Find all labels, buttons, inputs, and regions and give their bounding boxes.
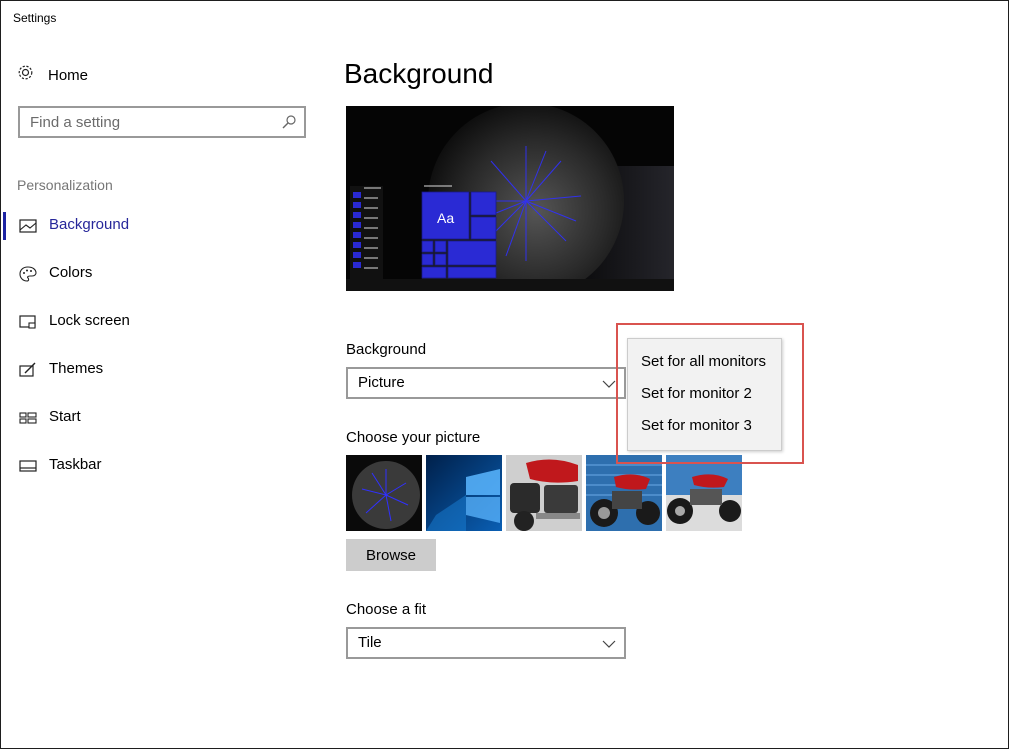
search-icon[interactable] [281, 114, 297, 135]
sidebar-item-label: Colors [49, 264, 93, 281]
search-placeholder: Find a setting [30, 114, 121, 131]
sidebar-item-themes[interactable]: Themes [1, 352, 321, 388]
fit-dropdown-value: Tile [358, 634, 382, 651]
active-indicator [3, 212, 6, 240]
chevron-down-icon [602, 637, 616, 655]
monitor-context-menu: Set for all monitors Set for monitor 2 S… [627, 338, 782, 451]
menu-item-set-monitor-3[interactable]: Set for monitor 3 [641, 417, 752, 434]
sidebar-item-label: Themes [49, 360, 104, 377]
palette-icon [19, 266, 37, 282]
taskbar-icon [19, 458, 37, 474]
browse-button[interactable]: Browse [346, 539, 436, 571]
start-icon [19, 410, 37, 426]
section-personalization: Personalization [17, 177, 113, 193]
background-dropdown-value: Picture [358, 374, 405, 391]
sidebar-item-label: Lock screen [49, 312, 130, 329]
lock-screen-icon [19, 314, 37, 330]
background-dropdown[interactable]: Picture [346, 367, 626, 399]
sidebar-item-start[interactable]: Start [1, 400, 321, 436]
themes-icon [19, 362, 37, 378]
picture-thumbnail-3[interactable] [506, 455, 582, 531]
background-preview: Aa [346, 106, 674, 291]
chevron-down-icon [602, 377, 616, 395]
search-input[interactable]: Find a setting [18, 106, 306, 138]
sidebar-item-label: Start [49, 408, 81, 425]
picture-thumbnail-1[interactable] [346, 455, 422, 531]
choose-picture-label: Choose your picture [346, 429, 481, 446]
page-title: Background [344, 58, 494, 89]
menu-item-set-all-monitors[interactable]: Set for all monitors [641, 353, 766, 370]
window-title: Settings [13, 11, 57, 25]
sidebar-item-colors[interactable]: Colors [1, 256, 321, 292]
picture-icon [19, 218, 37, 234]
fit-dropdown[interactable]: Tile [346, 627, 626, 659]
home-label: Home [48, 66, 89, 84]
picture-thumbnail-4[interactable] [586, 455, 662, 531]
choose-fit-label: Choose a fit [346, 601, 427, 618]
settings-window: Settings Home Find a setting Personaliza… [0, 0, 1009, 749]
background-label: Background [346, 341, 427, 358]
sidebar-item-lock-screen[interactable]: Lock screen [1, 304, 321, 340]
sidebar-item-background[interactable]: Background [1, 208, 321, 244]
sidebar-item-taskbar[interactable]: Taskbar [1, 448, 321, 484]
sidebar-item-label: Taskbar [49, 456, 102, 473]
picture-thumbnail-5[interactable] [666, 455, 742, 531]
sidebar-item-label: Background [49, 216, 130, 233]
picture-thumbnail-2[interactable] [426, 455, 502, 531]
preview-sample-text: Aa [437, 210, 455, 226]
home-nav-item[interactable]: Home [17, 64, 88, 86]
menu-item-set-monitor-2[interactable]: Set for monitor 2 [641, 385, 752, 402]
gear-icon [17, 64, 34, 86]
